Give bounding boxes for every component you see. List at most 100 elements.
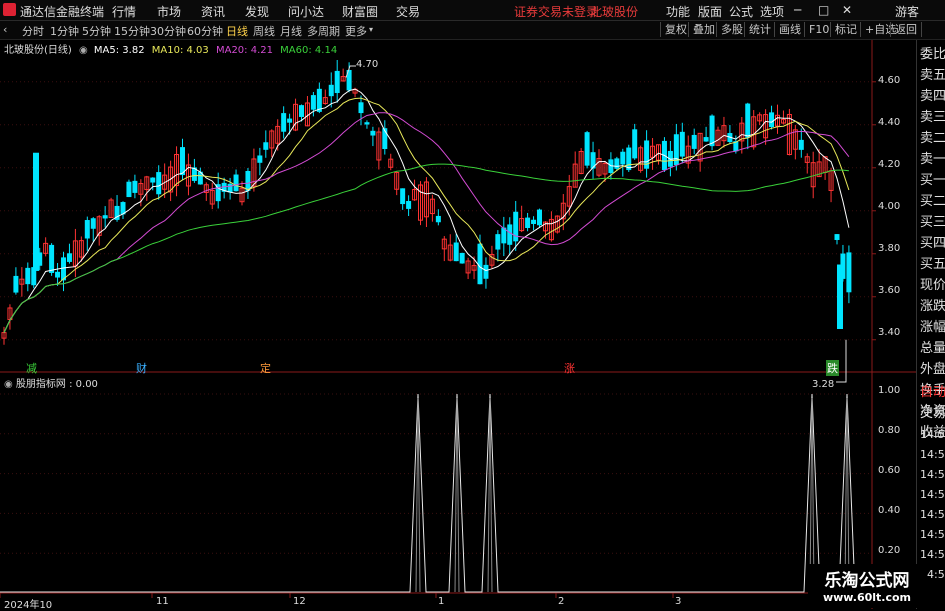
indicator-line: [0, 393, 872, 593]
candle-body: [834, 234, 840, 240]
candle-body: [626, 147, 632, 171]
candle-body: [257, 155, 263, 163]
sidebar-field-5: 卖一: [920, 152, 945, 167]
sidebar-field-3: 卖三: [920, 110, 945, 125]
candle-body: [846, 252, 852, 293]
y-tick: 0.80: [878, 425, 901, 436]
candle-body: [483, 264, 489, 279]
candle-body: [310, 95, 316, 110]
sidebar-field-10: 买五: [920, 257, 945, 272]
candle-body: [287, 118, 293, 123]
sidebar-field-15: 外盘: [920, 362, 945, 377]
candle-body: [798, 139, 804, 150]
event-marker-limit-down[interactable]: 跌: [826, 360, 839, 376]
candle-body: [328, 84, 334, 97]
candle-body: [769, 112, 775, 128]
event-marker-placement[interactable]: 定: [260, 360, 271, 376]
candle-body: [632, 129, 638, 159]
candle-body: [61, 257, 66, 281]
event-marker-limit-up[interactable]: 涨: [564, 360, 575, 376]
candle-body: [263, 142, 269, 150]
candle-body: [709, 115, 715, 147]
candle-body: [33, 152, 39, 271]
y-tick: 4.00: [878, 201, 901, 212]
y-tick: 4.60: [878, 75, 901, 86]
candle-body: [745, 103, 751, 138]
y-tick: 3.80: [878, 243, 901, 254]
y-tick: 4.40: [878, 117, 901, 128]
settings-circle-icon[interactable]: ◉: [4, 379, 13, 390]
candle-body: [25, 267, 31, 285]
candle-body: [513, 211, 519, 242]
candle-body: [156, 172, 162, 195]
candle-body: [299, 105, 304, 117]
indicator-series: [0, 393, 872, 593]
candle-body: [453, 242, 459, 262]
sidebar-trade-4: 14:56: [920, 468, 945, 481]
candle-body: [495, 234, 501, 250]
sidebar-field-12: 涨跌: [920, 299, 945, 314]
x-tick: 11: [156, 596, 169, 607]
candle-body: [370, 130, 376, 136]
sidebar-trade-1[interactable]: 交易: [920, 403, 945, 424]
sidebar-trade-0[interactable]: 自动: [920, 382, 945, 403]
candle-body: [90, 218, 96, 229]
candle-body: [691, 134, 697, 149]
y-tick: 4.20: [878, 159, 901, 170]
event-marker-finance[interactable]: 财: [136, 360, 147, 376]
candle-body: [620, 151, 626, 165]
y-tick: 0.40: [878, 505, 901, 516]
sidebar-field-8: 买三: [920, 215, 945, 230]
watermark-title: 乐淘公式网: [824, 571, 910, 591]
candle-body: [102, 215, 108, 219]
sidebar-trade-6: 14:56: [920, 508, 945, 521]
watermark-url: www.60lt.com: [822, 591, 912, 604]
y-tick: 1.00: [878, 385, 901, 396]
sidebar-field-2: 卖四: [920, 89, 945, 104]
sidebar-field-7: 买二: [920, 194, 945, 209]
candle-body: [126, 181, 132, 198]
sidebar-field-11: 现价: [920, 278, 945, 293]
x-tick: 2: [558, 596, 565, 607]
candle-body: [13, 275, 19, 293]
sub-chart-legend: ◉ 股朋指标网 : 0.00: [4, 375, 98, 390]
high-price-label: 4.70: [356, 59, 379, 70]
candle-body: [459, 252, 465, 264]
candle-body: [525, 217, 531, 229]
low-price-label: 3.28: [812, 379, 835, 390]
sidebar-field-0: 委比: [920, 47, 945, 62]
sidebar-trade-5: 14:56: [920, 488, 945, 501]
sidebar-field-6: 买一: [920, 173, 945, 188]
sidebar-trade-2: 14:56: [920, 428, 945, 441]
candle-body: [703, 137, 709, 142]
y-tick: 0.20: [878, 545, 901, 556]
sidebar-field-1: 卖五: [920, 68, 945, 83]
candle-body: [406, 201, 412, 209]
sidebar-field-13: 涨幅: [920, 320, 945, 335]
indicator-name: 股朋指标网: [15, 379, 66, 390]
candle-body: [531, 219, 537, 224]
candle-body: [233, 174, 239, 192]
candle-body: [150, 177, 156, 183]
event-marker-reduce[interactable]: 减: [26, 360, 37, 376]
candle-body: [584, 132, 590, 166]
candle-body: [435, 215, 441, 223]
candle-body: [66, 253, 72, 262]
sidebar-trade-7: 14:56: [920, 528, 945, 541]
candle-body: [334, 70, 340, 94]
candle-body: [281, 113, 287, 132]
quote-sidebar: 委比 卖五 卖四 卖三 卖二 卖一 买一 买二 买三 买四 买五 现价 涨跌 涨幅 总量 外盘 换手 净资 收益 自动…: [916, 40, 945, 609]
candle-body: [400, 188, 406, 205]
sidebar-trade-8: 14:56: [920, 548, 945, 561]
x-tick: 1: [438, 596, 445, 607]
candle-body: [358, 102, 364, 114]
indicator-value: : 0.00: [69, 379, 98, 390]
sidebar-field-14: 总量: [920, 341, 945, 356]
sidebar-trade-3: 14:56: [920, 448, 945, 461]
y-tick: 3.60: [878, 285, 901, 296]
watermark: 乐淘公式网 www.60lt.com: [808, 564, 926, 608]
candle-body: [837, 264, 843, 330]
kline-chart[interactable]: [0, 0, 945, 609]
sidebar-field-9: 买四: [920, 236, 945, 251]
candle-body: [132, 180, 138, 193]
